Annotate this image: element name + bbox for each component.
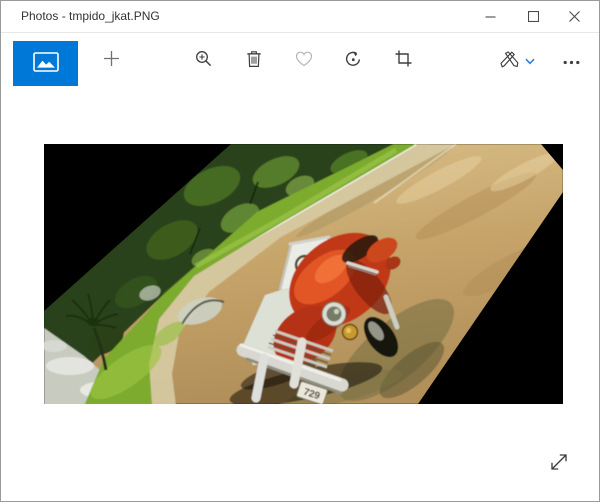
heart-icon bbox=[295, 51, 313, 70]
delete-button[interactable] bbox=[236, 42, 272, 78]
viewer-area: 729 bbox=[1, 87, 599, 501]
rotate-icon bbox=[344, 50, 362, 71]
close-icon bbox=[569, 11, 580, 22]
diagonal-expand-icon bbox=[549, 452, 569, 475]
fullscreen-button[interactable] bbox=[541, 445, 577, 481]
edit-create-icon bbox=[498, 50, 520, 71]
toolbar bbox=[1, 33, 599, 87]
maximize-icon bbox=[528, 11, 539, 22]
see-more-button[interactable] bbox=[553, 42, 589, 78]
chevron-down-icon bbox=[525, 53, 535, 68]
magnifier-plus-icon bbox=[195, 50, 212, 70]
edit-create-button[interactable] bbox=[488, 42, 544, 78]
window-title: Photos - tmpido_jkat.PNG bbox=[21, 1, 160, 32]
favorite-button[interactable] bbox=[286, 42, 322, 78]
minimize-button[interactable] bbox=[475, 3, 505, 30]
close-button[interactable] bbox=[559, 3, 589, 30]
title-bar: Photos - tmpido_jkat.PNG bbox=[1, 1, 599, 33]
minimize-icon bbox=[485, 11, 496, 22]
plus-icon bbox=[103, 50, 120, 70]
photos-app-window: Photos - tmpido_jkat.PNG bbox=[0, 0, 600, 502]
rotated-photo: 729 bbox=[44, 144, 563, 404]
see-all-photos-button[interactable] bbox=[13, 41, 78, 86]
trash-icon bbox=[246, 50, 262, 71]
photo-canvas[interactable]: 729 bbox=[44, 144, 563, 404]
maximize-button[interactable] bbox=[518, 3, 548, 30]
add-button[interactable] bbox=[93, 42, 129, 78]
ellipsis-icon bbox=[563, 53, 580, 68]
rotate-button[interactable] bbox=[335, 42, 371, 78]
photos-gallery-icon bbox=[33, 52, 59, 75]
zoom-in-button[interactable] bbox=[185, 42, 221, 78]
crop-button[interactable] bbox=[385, 42, 421, 78]
crop-icon bbox=[395, 50, 412, 70]
